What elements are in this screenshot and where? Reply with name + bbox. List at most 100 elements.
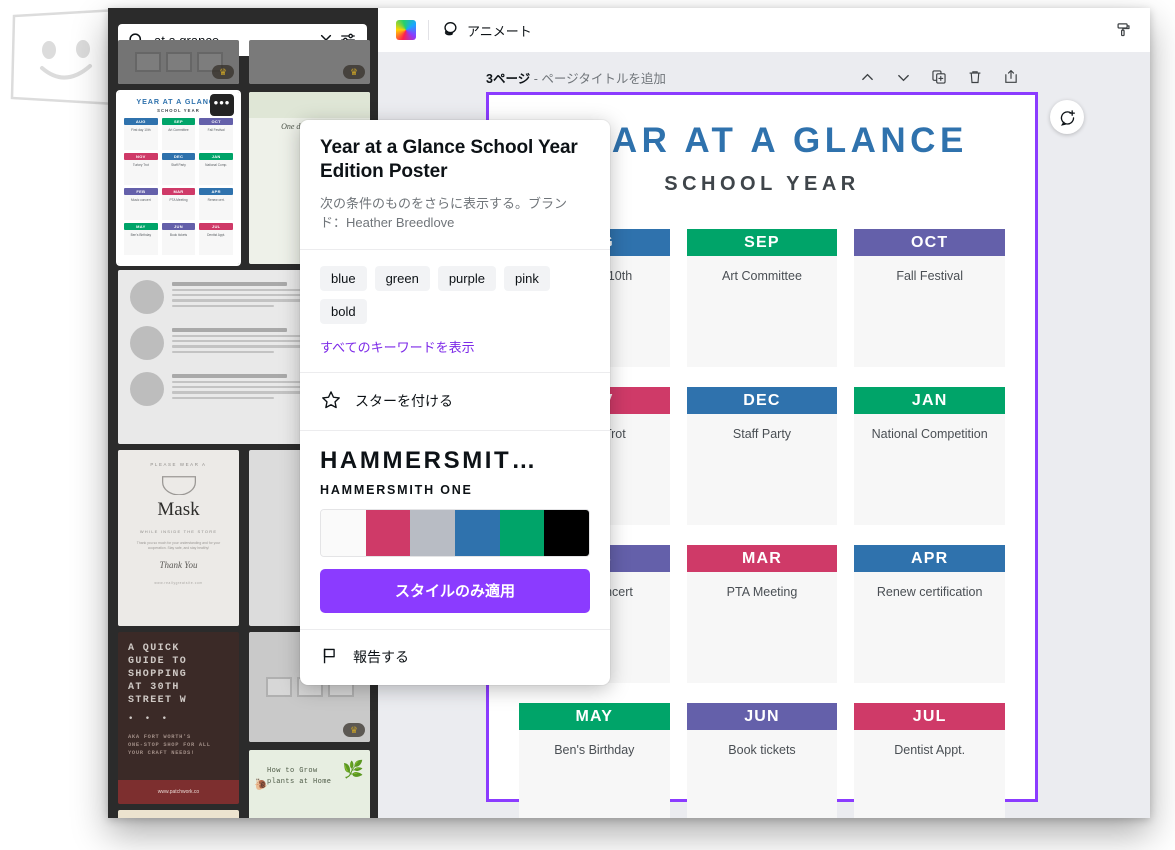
month-event[interactable]: Book tickets xyxy=(686,730,838,818)
animate-icon xyxy=(441,20,459,41)
leaf-icon: 🌿 xyxy=(342,760,364,779)
month-label: OCT xyxy=(854,229,1005,256)
month-label: MAY xyxy=(519,703,670,730)
month-cell[interactable]: MAY Ben's Birthday xyxy=(519,703,670,818)
show-all-keywords-link[interactable]: すべてのキーワードを表示 xyxy=(320,337,590,356)
month-event[interactable]: National Competition xyxy=(854,414,1005,525)
move-up-icon[interactable] xyxy=(858,68,876,86)
month-event[interactable]: Dentist Appt. xyxy=(854,730,1005,818)
month-event[interactable]: Renew certification xyxy=(854,572,1005,683)
keyword-chip[interactable]: pink xyxy=(503,265,550,291)
thumb-kicker: PLEASE WEAR A xyxy=(150,462,207,467)
popup-header-section: Year at a Glance School Year Edition Pos… xyxy=(300,120,610,249)
month-label: JAN xyxy=(854,387,1005,414)
popup-keywords-section: blue green purple pink bold すべてのキーワードを表示 xyxy=(300,248,610,372)
flag-icon xyxy=(320,646,340,669)
color-palette xyxy=(320,508,590,557)
month-label: JUL xyxy=(854,703,1005,730)
month-cell[interactable]: OCT Fall Festival xyxy=(854,229,1005,367)
page-actions xyxy=(858,68,1020,86)
month-cell[interactable]: MAR PTA Meeting xyxy=(686,545,838,683)
month-event[interactable]: PTA Meeting xyxy=(686,572,838,683)
color-swatch xyxy=(321,509,366,556)
template-thumbnail[interactable]: How to Grow plants at Home 🌿 🐌 xyxy=(249,750,370,818)
report-label: 報告する xyxy=(353,649,409,666)
star-button[interactable]: スターを付ける xyxy=(320,389,590,414)
star-icon xyxy=(320,389,342,414)
star-label: スターを付ける xyxy=(355,393,453,410)
month-cell[interactable]: JUN Book tickets xyxy=(686,703,838,818)
duplicate-page-icon[interactable] xyxy=(930,68,948,86)
thumb-footer: www.patchwork.co xyxy=(118,780,239,804)
thumb-headline: Mask xyxy=(157,499,200,520)
template-thumbnail-selected[interactable]: YEAR AT A GLANCE SCHOOL YEAR AUG First da… xyxy=(116,90,241,266)
keyword-chip[interactable]: blue xyxy=(320,265,367,291)
app-window: at a grance ♛ xyxy=(108,8,1150,818)
apply-style-only-button[interactable]: スタイルのみ適用 xyxy=(320,568,590,613)
month-event[interactable]: Art Committee xyxy=(686,256,838,367)
month-label: MAR xyxy=(686,545,838,572)
thumb-month-grid: AUG First day 10th SEP Art Committee OCT Fa… xyxy=(124,118,233,255)
template-thumbnail[interactable]: ♛ xyxy=(249,40,370,84)
popup-title: Year at a Glance School Year Edition Pos… xyxy=(320,137,578,183)
animate-button[interactable]: アニメート xyxy=(441,20,532,41)
animate-label: アニメート xyxy=(467,23,532,39)
color-swatch xyxy=(410,509,456,556)
delete-page-icon[interactable] xyxy=(966,68,984,86)
add-page-icon[interactable] xyxy=(1002,68,1020,86)
page-header-bar: 3ページ - ページタイトルを追加 xyxy=(486,66,1020,88)
pro-crown-badge: ♛ xyxy=(343,723,365,737)
thumb-headline: How to Grow plants at Home xyxy=(267,767,332,786)
keyword-chip[interactable]: green xyxy=(374,265,430,291)
thumb-body: Thank you so much for your understanding… xyxy=(136,541,221,550)
smiley-face-icon xyxy=(6,6,124,110)
month-event[interactable]: Fall Festival xyxy=(854,256,1005,367)
paint-roller-icon[interactable] xyxy=(1114,21,1132,39)
popup-star-section[interactable]: スターを付ける xyxy=(300,371,610,430)
keyword-chip[interactable]: bold xyxy=(320,298,367,324)
pro-crown-badge: ♛ xyxy=(343,65,365,79)
thumb-kicker2: WHILE INSIDE THE STORE xyxy=(139,529,218,534)
page-separator: - xyxy=(533,71,538,86)
pro-crown-badge: ♛ xyxy=(212,65,234,79)
month-event[interactable]: Staff Party xyxy=(686,414,838,525)
color-swatch xyxy=(499,509,545,556)
template-details-popup: Year at a Glance School Year Edition Pos… xyxy=(300,120,610,685)
keyword-chips: blue green purple pink bold xyxy=(320,265,590,324)
template-thumbnail[interactable]: ♛ xyxy=(118,40,239,84)
month-cell[interactable]: DEC Staff Party xyxy=(686,387,838,525)
thumb-headline: A QUICK GUIDE TO SHOPPING AT 30TH STREET W •… xyxy=(128,643,211,756)
font-preview: HAMMERSMIT… xyxy=(320,446,538,474)
month-event[interactable]: Ben's Birthday xyxy=(519,730,670,818)
month-cell[interactable]: JUL Dentist Appt. xyxy=(854,703,1005,818)
report-button[interactable]: 報告する xyxy=(320,646,590,669)
toolbar-divider xyxy=(428,20,429,40)
snail-icon: 🐌 xyxy=(254,779,268,791)
color-swatch xyxy=(365,509,411,556)
color-swatch xyxy=(455,509,500,556)
month-label: SEP xyxy=(686,229,838,256)
template-thumbnail[interactable] xyxy=(118,810,239,818)
template-thumbnail[interactable]: A QUICK GUIDE TO SHOPPING AT 30TH STREET W •… xyxy=(118,632,239,804)
page-title-placeholder[interactable]: ページタイトルを追加 xyxy=(541,72,666,86)
page-title[interactable]: 3ページ - ページタイトルを追加 xyxy=(486,68,666,87)
move-down-icon[interactable] xyxy=(894,68,912,86)
page-number-label: 3ページ xyxy=(486,71,531,86)
month-cell[interactable]: SEP Art Committee xyxy=(686,229,838,367)
more-options-icon[interactable]: ••• xyxy=(210,94,234,116)
thumb-signature: Thank You xyxy=(159,560,198,570)
template-thumbnail[interactable]: PLEASE WEAR A Mask WHILE INSIDE THE STOR… xyxy=(118,450,239,626)
popup-style-section: HAMMERSMIT… HAMMERSMITH ONE スタイルのみ適用 xyxy=(300,429,610,629)
color-wheel-icon[interactable] xyxy=(396,20,416,40)
color-swatch xyxy=(544,509,589,556)
keyword-chip[interactable]: purple xyxy=(437,265,496,291)
add-comment-icon[interactable] xyxy=(1050,100,1084,134)
month-cell[interactable]: JAN National Competition xyxy=(854,387,1005,525)
month-cell[interactable]: APR Renew certification xyxy=(854,545,1005,683)
month-label: JUN xyxy=(686,703,838,730)
mask-icon xyxy=(161,476,196,495)
month-label: APR xyxy=(854,545,1005,572)
popup-report-section[interactable]: 報告する xyxy=(300,628,610,685)
font-name: HAMMERSMITH ONE xyxy=(320,482,473,497)
month-label: DEC xyxy=(686,387,838,414)
